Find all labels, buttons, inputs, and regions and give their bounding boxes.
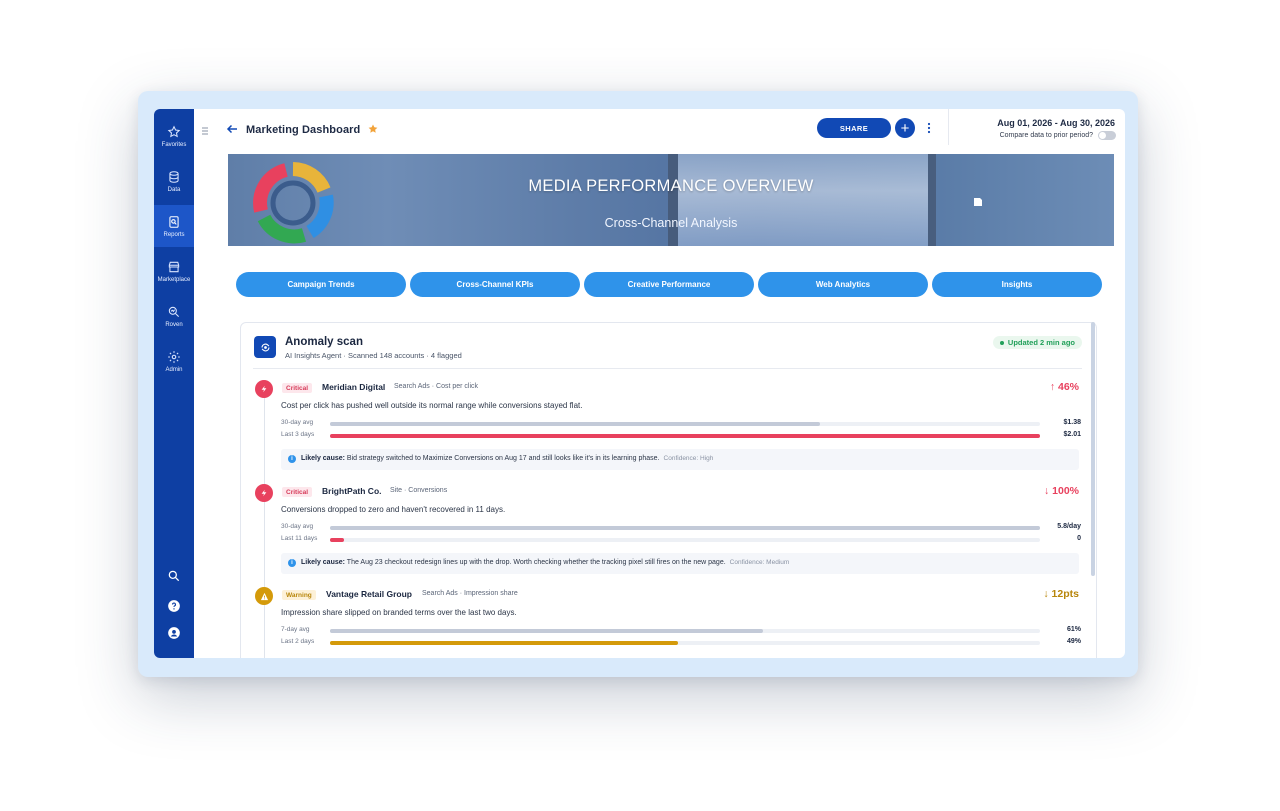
sidebar-item-label: Data	[167, 186, 181, 193]
star-icon	[167, 125, 181, 137]
delta-value: ↓ 12pts	[1043, 588, 1079, 600]
card-title: Anomaly scan	[285, 336, 363, 348]
compare-toggle[interactable]	[1098, 131, 1116, 140]
metric-bar	[330, 434, 1040, 438]
gear-icon	[168, 350, 180, 363]
help-icon	[168, 600, 180, 612]
likely-cause-box: i Likely cause: Bid strategy switched to…	[281, 449, 1079, 470]
back-arrow-icon[interactable]	[226, 123, 238, 135]
sidebar-item-data[interactable]: Data	[154, 160, 194, 202]
magnify-chart-icon	[168, 306, 180, 317]
compare-label: Compare data to prior period?	[999, 132, 1093, 139]
sidebar-item-label: Reports	[163, 231, 185, 238]
account-name: BrightPath Co.	[322, 486, 382, 496]
anomaly-meta: Search Ads · Cost per click	[394, 383, 479, 390]
sidebar-item-admin[interactable]: Admin	[154, 340, 194, 382]
sidebar: Favorites Data Reports Marketplace Roven…	[154, 109, 194, 658]
banner-decoration	[668, 154, 678, 246]
anomaly-meta: Site · Conversions	[390, 487, 448, 494]
dashboard-banner: MEDIA PERFORMANCE OVERVIEW Cross-Channel…	[228, 154, 1114, 246]
metric-bar	[330, 526, 1040, 530]
status-badge: Updated 2 min ago	[992, 336, 1082, 349]
metric-bar	[330, 641, 678, 645]
app-window: Favorites Data Reports Marketplace Roven…	[154, 109, 1125, 658]
banner-title: MEDIA PERFORMANCE OVERVIEW	[528, 177, 814, 195]
bolt-icon	[255, 380, 273, 398]
delta-value: ↑ 46%	[1049, 381, 1079, 393]
sidebar-search-button[interactable]	[154, 569, 194, 583]
account-name: Vantage Retail Group	[326, 589, 412, 599]
page-title: Marketing Dashboard	[246, 124, 361, 136]
sidebar-item-roven[interactable]: Roven	[154, 295, 194, 337]
metric-row: 30-day avg 5.8/day	[281, 523, 1081, 530]
sidebar-item-label: Roven	[165, 321, 183, 328]
add-button[interactable]: +	[895, 118, 915, 138]
header-divider	[948, 109, 949, 145]
banner-decoration	[928, 154, 936, 246]
metric-row: Last 2 days 49%	[281, 638, 1081, 645]
sidebar-item-label: Marketplace	[157, 276, 191, 283]
search-icon	[168, 570, 180, 582]
metric-bar	[330, 629, 764, 633]
account-name: Meridian Digital	[322, 382, 386, 392]
warning-icon	[255, 587, 273, 605]
sidebar-profile-button[interactable]	[154, 626, 194, 640]
sidebar-item-reports[interactable]: Reports	[154, 205, 194, 247]
ai-agent-icon	[254, 336, 276, 358]
divider	[253, 368, 1082, 369]
banner-subtitle: Cross-Channel Analysis	[604, 216, 738, 230]
more-options-icon[interactable]	[927, 122, 931, 134]
anomaly-meta: Search Ads · Impression share	[422, 590, 518, 597]
share-button[interactable]: SHARE	[817, 118, 891, 138]
sidebar-help-button[interactable]	[154, 599, 194, 613]
bolt-icon	[255, 484, 273, 502]
report-icon	[169, 215, 179, 228]
metric-row: Last 3 days $2.01	[281, 431, 1081, 438]
document-icon	[974, 198, 982, 206]
sidebar-item-label: Admin	[165, 366, 183, 373]
date-range-picker[interactable]: Aug 01, 2026 - Aug 30, 2026	[997, 118, 1115, 128]
sidebar-item-label: Favorites	[161, 141, 187, 148]
timeline-line	[264, 395, 265, 658]
metric-bar	[330, 538, 345, 542]
tab-web-analytics[interactable]: Web Analytics	[758, 272, 928, 297]
ring-logo	[253, 162, 334, 244]
sidebar-item-favorites[interactable]: Favorites	[154, 115, 194, 157]
anomaly-description: Cost per click has pushed well outside i…	[281, 401, 583, 410]
metric-row: 30-day avg $1.38	[281, 419, 1081, 426]
anomaly-scan-card: Anomaly scan AI Insights Agent · Scanned…	[240, 322, 1097, 658]
tab-cross-channel-kpis[interactable]: Cross-Channel KPIs	[410, 272, 580, 297]
anomaly-description: Conversions dropped to zero and haven't …	[281, 505, 506, 514]
info-icon: i	[288, 559, 296, 567]
hamburger-icon[interactable]	[201, 126, 209, 136]
metric-row: 7-day avg 61%	[281, 626, 1081, 633]
likely-cause-box: i Likely cause: The Aug 23 checkout rede…	[281, 553, 1079, 574]
user-icon	[168, 627, 180, 639]
severity-badge: Critical	[282, 383, 313, 393]
metric-row: Last 11 days 0	[281, 535, 1081, 542]
severity-badge: Critical	[282, 487, 313, 497]
severity-badge: Warning	[282, 590, 316, 600]
anomaly-description: Impression share slipped on branded term…	[281, 608, 517, 617]
store-icon	[168, 261, 180, 272]
card-subtitle: AI Insights Agent · Scanned 148 accounts…	[285, 351, 462, 360]
tab-campaign-trends[interactable]: Campaign Trends	[236, 272, 406, 297]
info-icon: i	[288, 455, 296, 463]
dashboard-tabs: Campaign Trends Cross-Channel KPIs Creat…	[236, 272, 1102, 297]
delta-value: ↓ 100%	[1043, 485, 1079, 497]
tab-insights[interactable]: Insights	[932, 272, 1102, 297]
sidebar-item-marketplace[interactable]: Marketplace	[154, 250, 194, 292]
card-scrollbar[interactable]	[1091, 322, 1095, 576]
database-icon	[169, 170, 179, 183]
tab-creative-performance[interactable]: Creative Performance	[584, 272, 754, 297]
metric-bar	[330, 422, 820, 426]
banner-decoration	[678, 154, 928, 246]
favorite-star-icon[interactable]	[367, 123, 379, 135]
